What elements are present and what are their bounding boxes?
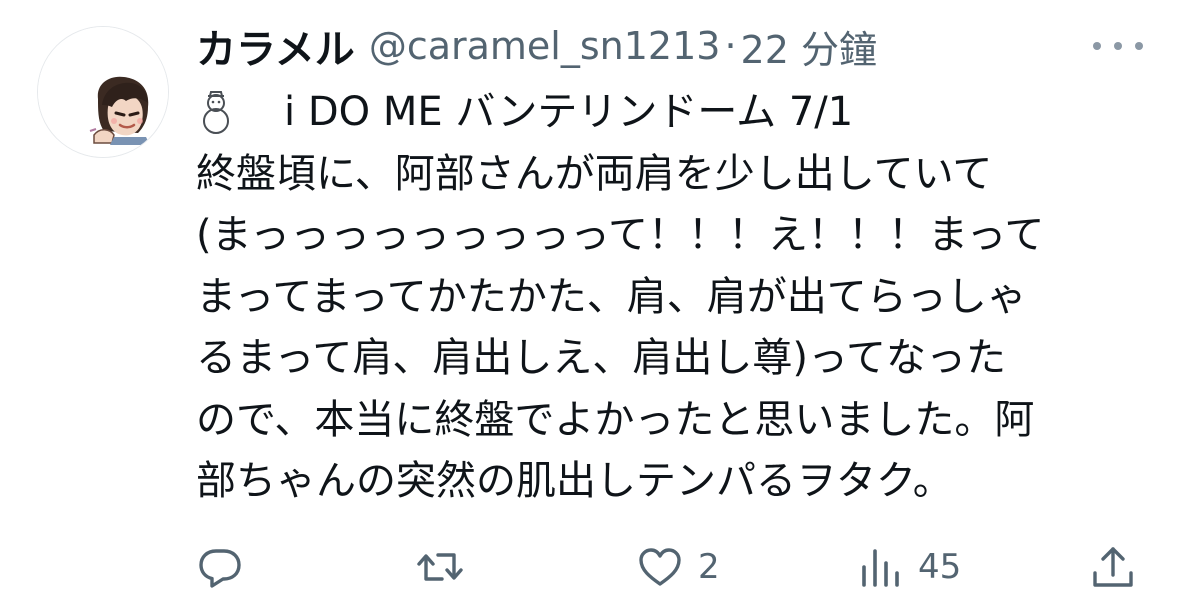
more-icon[interactable] bbox=[1093, 28, 1143, 64]
tweet-line: 部ちゃんの突然の肌出しテンパるヲタク。 bbox=[196, 458, 953, 504]
tweet-line: ので、本当に終盤でよかったと思いました。阿 bbox=[196, 396, 1035, 443]
tweet-text: i DO ME バンテリンドーム 7/1 終盤頃に、阿部さんが両肩を少し出してい… bbox=[196, 82, 1156, 513]
views-button[interactable]: 45 bbox=[856, 540, 961, 594]
reply-button[interactable] bbox=[196, 540, 258, 594]
tweet-timestamp[interactable]: 22 分鐘 bbox=[741, 19, 877, 74]
view-count: 45 bbox=[918, 547, 962, 587]
share-icon bbox=[1093, 547, 1133, 587]
more-dot bbox=[1093, 42, 1101, 50]
tweet-actions: 2 45 bbox=[196, 540, 1141, 594]
heart-icon bbox=[639, 548, 681, 586]
tweet-line: i DO ME バンテリンドーム 7/1 bbox=[196, 82, 1156, 144]
tweet-line: るまって肩、肩出しえ、肩出し尊)ってなった bbox=[196, 335, 1007, 381]
tweet-line: まってまってかたかた、肩、肩が出てらっしゃ bbox=[196, 273, 1027, 320]
tweet-line-text: i DO ME バンテリンドーム 7/1 bbox=[284, 89, 854, 135]
tweet-header: カラメル @caramel_sn1213 · 22 分鐘 bbox=[196, 18, 877, 74]
snowman-icon bbox=[196, 90, 236, 136]
avatar-illustration bbox=[38, 27, 168, 157]
avatar[interactable] bbox=[37, 26, 169, 158]
like-count: 2 bbox=[698, 547, 720, 587]
retweet-button[interactable] bbox=[416, 540, 478, 594]
retweet-icon bbox=[417, 553, 463, 581]
tweet-line: (まっっっっっっっっって！！！え！！！まって bbox=[196, 212, 1045, 258]
tweet-line: 終盤頃に、阿部さんが両肩を少し出していて bbox=[196, 150, 993, 197]
more-dot bbox=[1135, 42, 1143, 50]
tweet: カラメル @caramel_sn1213 · 22 分鐘 i DO ME バンテ… bbox=[0, 0, 1179, 604]
share-button[interactable] bbox=[1089, 540, 1137, 594]
more-dot bbox=[1114, 42, 1122, 50]
views-icon bbox=[862, 549, 899, 587]
like-button[interactable]: 2 bbox=[636, 540, 720, 594]
header-separator: · bbox=[724, 24, 737, 68]
reply-icon bbox=[199, 549, 241, 588]
author-handle[interactable]: @caramel_sn1213 bbox=[369, 24, 721, 68]
author-display-name[interactable]: カラメル bbox=[196, 17, 355, 75]
